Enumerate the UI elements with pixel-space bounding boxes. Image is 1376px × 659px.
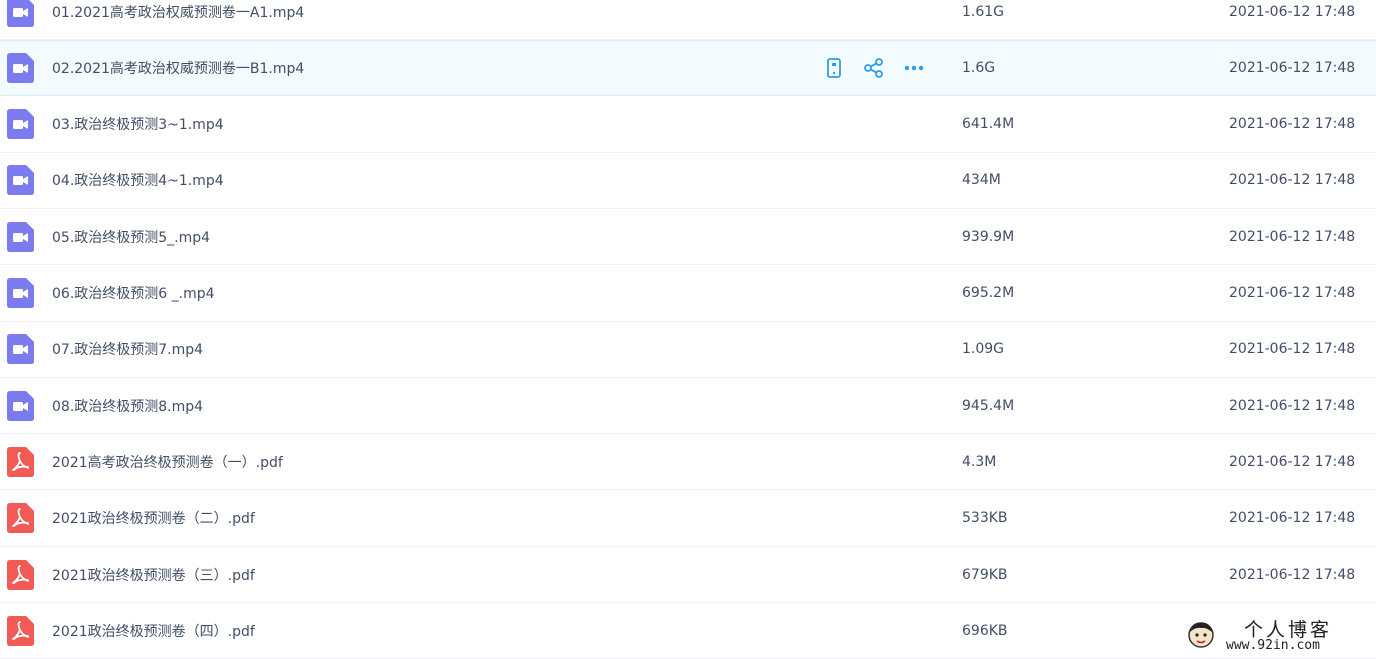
file-row[interactable]: 2021政治终极预测卷（二）.pdf 533KB 2021-06-12 17:48: [0, 491, 1376, 547]
video-file-icon: [7, 334, 34, 365]
file-name[interactable]: 2021政治终极预测卷（二）.pdf: [52, 508, 255, 528]
file-size: 1.61G: [962, 3, 1005, 20]
file-size: 696KB: [962, 622, 1008, 639]
file-name[interactable]: 2021高考政治终极预测卷（一）.pdf: [52, 452, 283, 472]
file-list: 01.2021高考政治权威预测卷一A1.mp4 1.61G 2021-06-12 1…: [0, 0, 1376, 659]
file-name[interactable]: 03.政治终极预测3~1.mp4: [52, 114, 224, 134]
file-row[interactable]: 2021政治终极预测卷（三）.pdf 679KB 2021-06-12 17:48: [0, 547, 1376, 603]
file-row[interactable]: 05.政治终极预测5_.mp4 939.9M 2021-06-12 17:48: [0, 209, 1376, 266]
file-row[interactable]: 06.政治终极预测6 _.mp4 695.2M 2021-06-12 17:48: [0, 266, 1376, 322]
file-row[interactable]: 2021政治终极预测卷（四）.pdf 696KB: [0, 603, 1376, 659]
file-size: 533KB: [962, 510, 1008, 527]
file-modified-date: 2021-06-12 17:48: [1229, 172, 1356, 189]
video-file-icon: [7, 165, 34, 196]
file-modified-date: 2021-06-12 17:48: [1229, 510, 1356, 527]
blog-watermark: 个人博客 www.92in.com: [1186, 614, 1372, 656]
file-modified-date: 2021-06-12 17:48: [1229, 566, 1356, 583]
video-file-icon: [7, 53, 34, 84]
phone-icon[interactable]: [822, 56, 846, 80]
file-row[interactable]: 02.2021高考政治权威预测卷一B1.mp4 1.6G 2021-06-12 17…: [0, 40, 1376, 97]
file-name[interactable]: 02.2021高考政治权威预测卷一B1.mp4: [52, 58, 304, 78]
file-size: 1.09G: [962, 341, 1005, 358]
file-row[interactable]: 04.政治终极预测4~1.mp4 434M 2021-06-12 17:48: [0, 153, 1376, 209]
video-file-icon: [7, 0, 34, 27]
more-icon[interactable]: [902, 56, 926, 80]
file-name[interactable]: 07.政治终极预测7.mp4: [52, 339, 203, 359]
file-row[interactable]: 03.政治终极预测3~1.mp4 641.4M 2021-06-12 17:48: [0, 97, 1376, 153]
file-size: 679KB: [962, 566, 1008, 583]
video-file-icon: [7, 390, 34, 421]
video-file-icon: [7, 221, 34, 252]
file-size: 945.4M: [962, 397, 1015, 414]
file-row[interactable]: 07.政治终极预测7.mp4 1.09G 2021-06-12 17:48: [0, 322, 1376, 378]
file-size: 641.4M: [962, 116, 1015, 133]
file-name[interactable]: 05.政治终极预测5_.mp4: [52, 227, 210, 247]
avatar-icon: [1188, 622, 1214, 648]
file-modified-date: 2021-06-12 17:48: [1229, 116, 1356, 133]
pdf-file-icon: [7, 615, 34, 646]
file-name[interactable]: 2021政治终极预测卷（四）.pdf: [52, 621, 255, 641]
file-size: 4.3M: [962, 453, 997, 470]
video-file-icon: [7, 109, 34, 140]
file-modified-date: 2021-06-12 17:48: [1229, 341, 1356, 358]
share-icon[interactable]: [862, 56, 886, 80]
file-name[interactable]: 08.政治终极预测8.mp4: [52, 396, 203, 416]
file-name[interactable]: 2021政治终极预测卷（三）.pdf: [52, 565, 255, 585]
file-size: 695.2M: [962, 285, 1015, 301]
row-actions: [822, 56, 932, 80]
file-modified-date: 2021-06-12 17:48: [1229, 3, 1356, 20]
file-size: 939.9M: [962, 228, 1015, 245]
file-name[interactable]: 01.2021高考政治权威预测卷一A1.mp4: [52, 2, 304, 22]
watermark-url: www.92in.com: [1226, 638, 1320, 653]
file-row[interactable]: 2021高考政治终极预测卷（一）.pdf 4.3M 2021-06-12 17:48: [0, 434, 1376, 491]
file-modified-date: 2021-06-12 17:48: [1229, 60, 1356, 77]
pdf-file-icon: [7, 503, 34, 534]
file-row[interactable]: 08.政治终极预测8.mp4 945.4M 2021-06-12 17:48: [0, 378, 1376, 435]
file-size: 1.6G: [962, 60, 996, 77]
file-modified-date: 2021-06-12 17:48: [1229, 397, 1356, 414]
file-size: 434M: [962, 172, 1001, 189]
file-name[interactable]: 06.政治终极预测6 _.mp4: [52, 283, 215, 303]
file-modified-date: 2021-06-12 17:48: [1229, 285, 1356, 301]
file-name[interactable]: 04.政治终极预测4~1.mp4: [52, 170, 224, 190]
pdf-file-icon: [7, 559, 34, 590]
file-row[interactable]: 01.2021高考政治权威预测卷一A1.mp4 1.61G 2021-06-12 1…: [0, 0, 1376, 40]
file-modified-date: 2021-06-12 17:48: [1229, 228, 1356, 245]
pdf-file-icon: [7, 446, 34, 477]
video-file-icon: [7, 278, 34, 308]
file-modified-date: 2021-06-12 17:48: [1229, 453, 1356, 470]
